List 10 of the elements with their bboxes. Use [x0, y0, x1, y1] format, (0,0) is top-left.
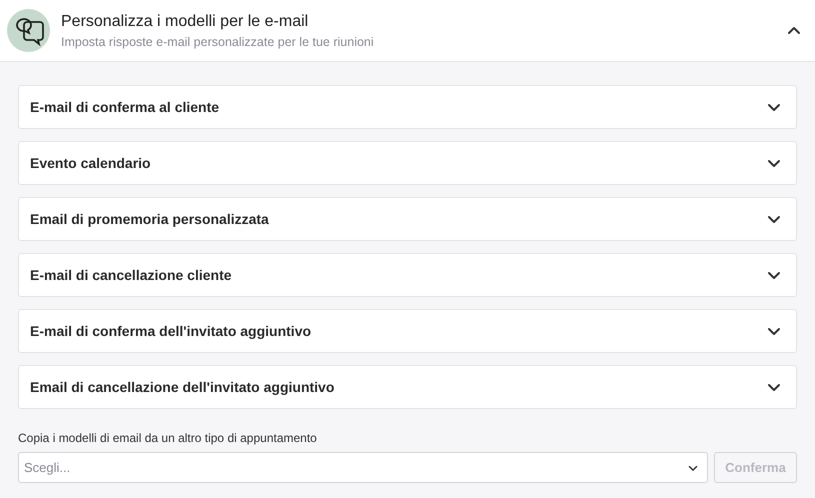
template-accordion[interactable]: E-mail di cancellazione cliente: [18, 253, 797, 297]
template-accordion[interactable]: E-mail di conferma dell'invitato aggiuntivo: [18, 309, 797, 353]
chat-bubbles-icon: [7, 9, 50, 52]
template-accordion[interactable]: E-mail di conferma al cliente: [18, 85, 797, 129]
section-title: Personalizza i modelli per le e-mail: [61, 12, 310, 32]
copy-label: Copia i modelli di email da un altro tipo di appuntamento: [18, 430, 318, 446]
template-accordion[interactable]: Evento calendario: [18, 141, 797, 185]
template-accordion[interactable]: Email di promemoria personalizzata: [18, 197, 797, 241]
section-subtitle: Imposta risposte e-mail personalizzate per le tue riunioni: [61, 34, 375, 50]
template-accordion[interactable]: Email di cancellazione dell'invitato aggiuntivo: [18, 365, 797, 409]
